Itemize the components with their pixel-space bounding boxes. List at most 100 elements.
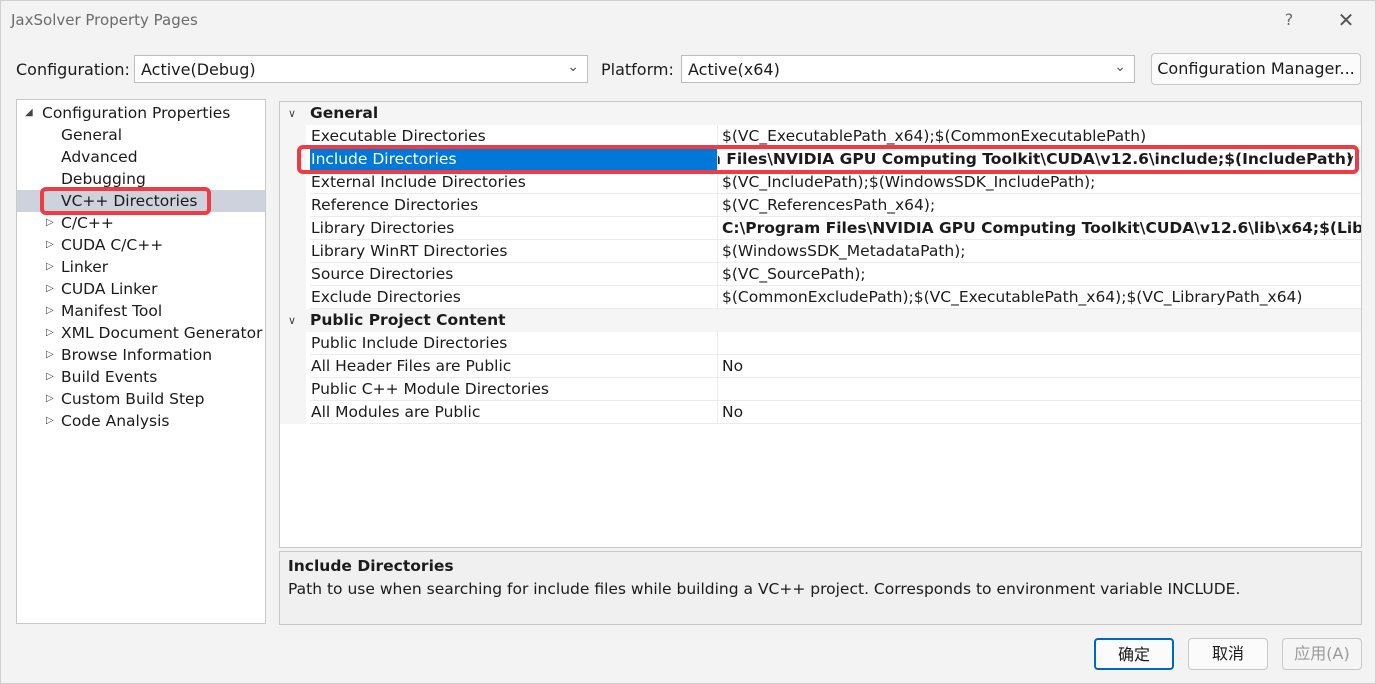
- row-gutter: [280, 148, 306, 171]
- grid-section-header[interactable]: ∨ Public Project Content: [280, 309, 1361, 332]
- tree-item[interactable]: ▷ CUDA Linker: [17, 278, 265, 300]
- tree-item-label: Advanced: [61, 148, 138, 166]
- row-gutter: [280, 217, 306, 240]
- tree-item-label: Debugging: [61, 170, 146, 188]
- property-value: No: [718, 401, 1361, 424]
- collapsed-triangle-icon[interactable]: ▷: [46, 322, 54, 344]
- tree-item-label: VC++ Directories: [61, 192, 198, 210]
- tree-item[interactable]: ▷ Browse Information: [17, 344, 265, 366]
- tree-item-label: Build Events: [61, 368, 158, 386]
- tree-item-configuration-properties[interactable]: ◢ Configuration Properties: [17, 102, 265, 124]
- tree-item[interactable]: ▷ C/C++: [17, 212, 265, 234]
- configuration-manager-button[interactable]: Configuration Manager...: [1151, 53, 1361, 85]
- collapsed-triangle-icon[interactable]: ▷: [46, 212, 54, 234]
- row-gutter: [280, 286, 306, 309]
- property-name: External Include Directories: [310, 171, 718, 194]
- close-button[interactable]: ✕: [1331, 7, 1361, 33]
- property-value: $(WindowsSDK_MetadataPath);: [718, 240, 1361, 263]
- tree-item[interactable]: ▷ CUDA C/C++: [17, 234, 265, 256]
- description-panel: Include Directories Path to use when sea…: [279, 551, 1362, 625]
- collapsed-triangle-icon[interactable]: ▷: [46, 410, 54, 432]
- property-value: No: [718, 355, 1361, 378]
- tree-item-label: CUDA C/C++: [61, 236, 164, 254]
- property-value: $(VC_SourcePath);: [718, 263, 1361, 286]
- grid-section-header[interactable]: ∨ General: [280, 102, 1361, 125]
- property-name: Executable Directories: [310, 125, 718, 148]
- collapsed-triangle-icon[interactable]: ▷: [46, 278, 54, 300]
- property-row[interactable]: External Include Directories $(VC_Include…: [280, 171, 1361, 194]
- property-row[interactable]: All Header Files are Public No: [280, 355, 1361, 378]
- property-value: $(VC_IncludePath);$(WindowsSDK_IncludePa…: [718, 171, 1361, 194]
- property-row[interactable]: Public Include Directories: [280, 332, 1361, 355]
- tree-item[interactable]: General: [17, 124, 265, 146]
- property-name: Library WinRT Directories: [310, 240, 718, 263]
- tree-item[interactable]: Advanced: [17, 146, 265, 168]
- platform-select[interactable]: Active(x64) ⌄: [681, 55, 1135, 83]
- property-name: Include Directories: [310, 148, 718, 171]
- property-row[interactable]: Source Directories $(VC_SourcePath);: [280, 263, 1361, 286]
- tree-item[interactable]: ▷ Custom Build Step: [17, 388, 265, 410]
- tree-item[interactable]: ▷ Manifest Tool: [17, 300, 265, 322]
- row-gutter: [280, 125, 306, 148]
- property-row[interactable]: Library WinRT Directories $(WindowsSDK_Me…: [280, 240, 1361, 263]
- cancel-button[interactable]: 取消: [1188, 638, 1268, 670]
- section-label: General: [310, 104, 379, 122]
- property-row[interactable]: Exclude Directories $(CommonExcludePath);…: [280, 286, 1361, 309]
- tree-item[interactable]: VC++ Directories: [17, 190, 265, 212]
- property-value: $(VC_ReferencesPath_x64);: [718, 194, 1361, 217]
- property-value: [718, 378, 1361, 401]
- tree-item[interactable]: Debugging: [17, 168, 265, 190]
- row-gutter: [280, 171, 306, 194]
- tree-item-label: General: [61, 126, 123, 144]
- collapsed-triangle-icon[interactable]: ▷: [46, 344, 54, 366]
- tree-item[interactable]: ▷ Build Events: [17, 366, 265, 388]
- tree-item-label: Browse Information: [61, 346, 213, 364]
- window-title: JaxSolver Property Pages: [11, 11, 198, 29]
- property-row[interactable]: Library Directories C:\Program Files\NVID…: [280, 217, 1361, 240]
- tree-item[interactable]: ▷ Linker: [17, 256, 265, 278]
- tree-item-label: Code Analysis: [61, 412, 170, 430]
- configuration-label: Configuration:: [16, 60, 130, 79]
- property-row[interactable]: Reference Directories $(VC_ReferencesPath…: [280, 194, 1361, 217]
- collapsed-triangle-icon[interactable]: ▷: [46, 388, 54, 410]
- platform-value: Active(x64): [688, 60, 780, 79]
- apply-button[interactable]: 应用(A): [1282, 638, 1362, 670]
- help-button[interactable]: ?: [1279, 10, 1299, 29]
- description-text: Path to use when searching for include f…: [288, 580, 1241, 598]
- chevron-down-icon[interactable]: ∨: [288, 102, 296, 125]
- property-value: $(CommonExcludePath);$(VC_ExecutablePath…: [718, 286, 1361, 309]
- tree-item-label: Linker: [61, 258, 109, 276]
- collapsed-triangle-icon[interactable]: ▷: [46, 256, 54, 278]
- row-gutter: [280, 378, 306, 401]
- property-row[interactable]: Include DirectoriesC:\Program Files\NVID…: [280, 148, 1361, 171]
- collapsed-triangle-icon[interactable]: ▷: [46, 234, 54, 256]
- property-row[interactable]: Public C++ Module Directories: [280, 378, 1361, 401]
- property-name: Source Directories: [310, 263, 718, 286]
- description-title: Include Directories: [288, 557, 454, 575]
- dropdown-arrow-icon[interactable]: ∨: [1346, 148, 1355, 171]
- property-value-editor[interactable]: C:\Program Files\NVIDIA GPU Computing To…: [718, 148, 1353, 171]
- property-name: All Header Files are Public: [310, 355, 718, 378]
- property-name: Exclude Directories: [310, 286, 718, 309]
- ok-button[interactable]: 确定: [1094, 638, 1174, 670]
- property-row[interactable]: Executable Directories $(VC_ExecutablePat…: [280, 125, 1361, 148]
- configuration-select[interactable]: Active(Debug) ⌄: [134, 55, 588, 83]
- property-name: All Modules are Public: [310, 401, 718, 424]
- chevron-down-icon[interactable]: ∨: [288, 309, 296, 332]
- tree-item[interactable]: ▷ XML Document Generator: [17, 322, 265, 344]
- property-value: C:\Program Files\NVIDIA GPU Computing To…: [718, 150, 1353, 168]
- property-name: Reference Directories: [310, 194, 718, 217]
- row-gutter: [280, 194, 306, 217]
- tree-item[interactable]: ▷ Code Analysis: [17, 410, 265, 432]
- tree-item-label: Configuration Properties: [42, 104, 231, 122]
- tree-item-label: Manifest Tool: [61, 302, 163, 320]
- tree-item-label: CUDA Linker: [61, 280, 158, 298]
- expanded-triangle-icon[interactable]: ◢: [25, 102, 33, 124]
- configuration-value: Active(Debug): [141, 60, 256, 79]
- collapsed-triangle-icon[interactable]: ▷: [46, 300, 54, 322]
- title-bar: JaxSolver Property Pages ? ✕: [1, 1, 1375, 41]
- collapsed-triangle-icon[interactable]: ▷: [46, 366, 54, 388]
- row-gutter: [280, 355, 306, 378]
- chevron-down-icon: ⌄: [1114, 59, 1126, 75]
- property-row[interactable]: All Modules are Public No: [280, 401, 1361, 424]
